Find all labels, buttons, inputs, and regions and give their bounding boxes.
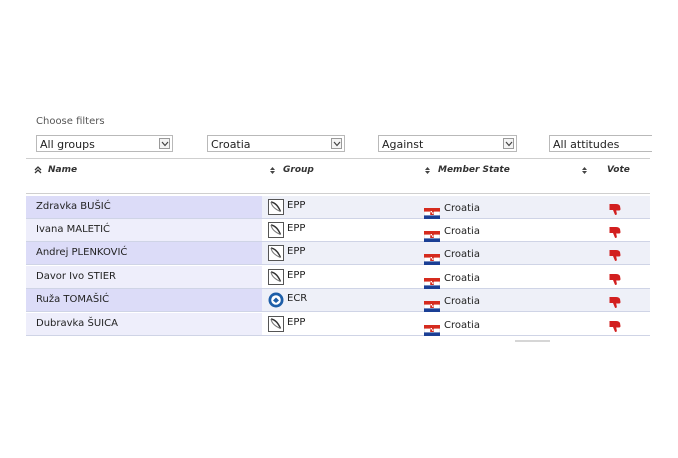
member-name[interactable]: Zdravka BUŠIĆ xyxy=(36,201,111,212)
table-header: Name Group Member State Vote xyxy=(26,158,650,194)
attitude-filter-select[interactable]: All attitudes xyxy=(549,135,652,152)
chevron-down-icon[interactable] xyxy=(159,138,170,149)
group-label: EPP xyxy=(287,246,306,257)
croatia-flag-icon xyxy=(423,227,441,243)
member-state: Croatia xyxy=(444,320,480,331)
header-group[interactable]: Group xyxy=(283,165,314,175)
header-name[interactable]: Name xyxy=(48,165,77,175)
epp-logo-icon xyxy=(268,245,284,261)
group-label: EPP xyxy=(287,317,306,328)
member-state: Croatia xyxy=(444,226,480,237)
croatia-flag-icon xyxy=(423,204,441,220)
sort-icon[interactable] xyxy=(581,166,588,175)
epp-logo-icon xyxy=(268,269,284,285)
thumbs-down-icon xyxy=(608,271,622,285)
header-vote[interactable]: Vote xyxy=(607,165,630,175)
table-row[interactable]: Andrej PLENKOVIĆ EPP Croatia xyxy=(26,242,650,266)
member-state: Croatia xyxy=(444,249,480,260)
croatia-flag-icon xyxy=(423,274,441,290)
member-state: Croatia xyxy=(444,203,480,214)
header-member-state[interactable]: Member State xyxy=(438,165,510,175)
epp-logo-icon xyxy=(268,199,284,215)
thumbs-down-icon xyxy=(608,201,622,215)
member-name[interactable]: Davor Ivo STIER xyxy=(36,271,116,282)
attitude-filter-value: All attitudes xyxy=(553,138,620,151)
member-name[interactable]: Ivana MALETIĆ xyxy=(36,224,110,235)
ecr-logo-icon xyxy=(268,292,284,308)
croatia-flag-icon xyxy=(423,250,441,266)
vote-filter-select[interactable]: Against xyxy=(378,135,517,152)
sort-icon[interactable] xyxy=(424,166,431,175)
thumbs-down-icon xyxy=(608,224,622,238)
vote-results-panel: Choose filters All groups Croatia Agains… xyxy=(0,0,678,458)
group-filter-select[interactable]: All groups xyxy=(36,135,173,152)
group-label: EPP xyxy=(287,270,306,281)
table-row[interactable]: Dubravka ŠUICA EPP Croatia xyxy=(26,313,650,337)
croatia-flag-icon xyxy=(423,297,441,313)
member-name[interactable]: Andrej PLENKOVIĆ xyxy=(36,247,127,258)
member-name[interactable]: Ruža TOMAŠIĆ xyxy=(36,294,109,305)
chevron-down-icon[interactable] xyxy=(331,138,342,149)
group-filter-value: All groups xyxy=(40,138,95,151)
croatia-flag-icon xyxy=(423,321,441,337)
thumbs-down-icon xyxy=(608,318,622,332)
chevron-down-icon[interactable] xyxy=(503,138,514,149)
group-label: EPP xyxy=(287,223,306,234)
country-filter-select[interactable]: Croatia xyxy=(207,135,345,152)
sort-icon[interactable] xyxy=(269,166,276,175)
group-label: EPP xyxy=(287,200,306,211)
table-row[interactable]: Ruža TOMAŠIĆ ECR Croatia xyxy=(26,289,650,313)
country-filter-value: Croatia xyxy=(211,138,251,151)
vote-filter-value: Against xyxy=(382,138,424,151)
group-label: ECR xyxy=(287,293,308,304)
thumbs-down-icon xyxy=(608,294,622,308)
member-name[interactable]: Dubravka ŠUICA xyxy=(36,318,118,329)
thumbs-down-icon xyxy=(608,247,622,261)
table-row[interactable]: Zdravka BUŠIĆ EPP Croatia xyxy=(26,196,650,220)
table-row[interactable]: Ivana MALETIĆ EPP Croatia xyxy=(26,219,650,243)
member-state: Croatia xyxy=(444,296,480,307)
scrollbar-hint xyxy=(515,340,550,342)
member-state: Croatia xyxy=(444,273,480,284)
epp-logo-icon xyxy=(268,316,284,332)
filters-title: Choose filters xyxy=(36,116,105,127)
sort-ascending-icon[interactable] xyxy=(34,166,42,174)
table-row[interactable]: Davor Ivo STIER EPP Croatia xyxy=(26,266,650,290)
epp-logo-icon xyxy=(268,222,284,238)
